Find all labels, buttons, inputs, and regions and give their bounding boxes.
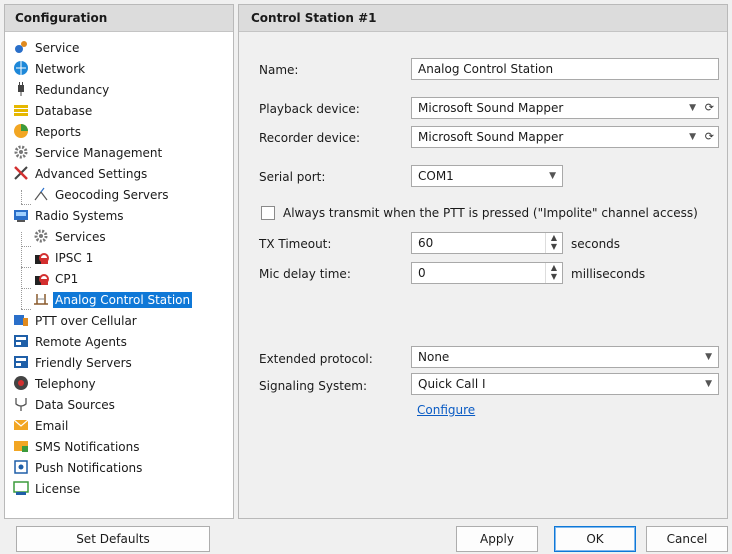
- always-transmit-label: Always transmit when the PTT is pressed …: [283, 206, 698, 220]
- plug-icon: [13, 81, 29, 97]
- tree-item-database[interactable]: Database: [13, 101, 94, 121]
- signaling-system-select[interactable]: Quick Call I ▼: [411, 373, 719, 395]
- tree-item-services[interactable]: Services: [33, 227, 108, 247]
- sms-icon: [13, 438, 29, 454]
- tree-item-ipsc-1[interactable]: IPSC 1: [33, 248, 95, 268]
- configuration-header: Configuration: [5, 5, 233, 32]
- tree-item-reports[interactable]: Reports: [13, 122, 83, 142]
- chevron-down-icon: ▼: [549, 171, 556, 181]
- gear-icon: [33, 228, 49, 244]
- playback-device-label: Playback device:: [259, 102, 360, 116]
- ok-button[interactable]: OK: [554, 526, 636, 552]
- serial-port-label: Serial port:: [259, 170, 326, 184]
- tree-item-push-notifications[interactable]: Push Notifications: [13, 458, 144, 478]
- push-icon: [13, 459, 29, 475]
- tree-item-data-sources[interactable]: Data Sources: [13, 395, 117, 415]
- apply-button[interactable]: Apply: [456, 526, 538, 552]
- name-label: Name:: [259, 63, 299, 77]
- recorder-device-select[interactable]: Microsoft Sound Mapper ▼ ⟳: [411, 126, 719, 148]
- tree-item-radio-systems[interactable]: Radio Systems: [13, 206, 126, 226]
- extended-protocol-select[interactable]: None ▼: [411, 346, 719, 368]
- signaling-system-label: Signaling System:: [259, 379, 368, 393]
- tree-guide-line: [21, 232, 22, 309]
- tree-item-cp1[interactable]: CP1: [33, 269, 80, 289]
- radio-systems-icon: [13, 207, 29, 223]
- configure-link[interactable]: Configure: [417, 403, 475, 417]
- tree-guide-line: [21, 190, 22, 204]
- mic-delay-input[interactable]: 0 ▲ ▼: [411, 262, 563, 284]
- tree-item-service[interactable]: Service: [13, 38, 81, 58]
- playback-device-select[interactable]: Microsoft Sound Mapper ▼ ⟳: [411, 97, 719, 119]
- spinner-arrows-icon[interactable]: ▲ ▼: [545, 263, 562, 283]
- geocoding-icon: [33, 186, 49, 202]
- set-defaults-button[interactable]: Set Defaults: [16, 526, 210, 552]
- telephone-icon: [13, 375, 29, 391]
- tree-item-advanced-settings[interactable]: Advanced Settings: [13, 164, 149, 184]
- tree-item-ptt-over-cellular[interactable]: PTT over Cellular: [13, 311, 139, 331]
- license-icon: [13, 480, 29, 496]
- tools-icon: [13, 165, 29, 181]
- tx-timeout-input[interactable]: 60 ▲ ▼: [411, 232, 563, 254]
- tree-item-telephony[interactable]: Telephony: [13, 374, 98, 394]
- mic-delay-unit: milliseconds: [571, 267, 646, 281]
- mic-delay-label: Mic delay time:: [259, 267, 351, 281]
- name-input[interactable]: Analog Control Station: [411, 58, 719, 80]
- chevron-down-icon: ▼: [689, 103, 696, 113]
- cancel-button[interactable]: Cancel: [646, 526, 728, 552]
- configuration-panel: Configuration Service Network Redundancy…: [4, 4, 234, 519]
- tree-guide-line: [21, 204, 31, 205]
- remote-agents-icon: [13, 333, 29, 349]
- extended-protocol-label: Extended protocol:: [259, 352, 373, 366]
- ptt-icon: [13, 312, 29, 328]
- tree-item-geocoding-servers[interactable]: Geocoding Servers: [33, 185, 171, 205]
- tree-guide-line: [21, 267, 31, 268]
- gears-icon: [13, 39, 29, 55]
- chevron-down-icon: ▼: [689, 132, 696, 142]
- radio-lock-icon: [33, 270, 49, 286]
- recorder-device-label: Recorder device:: [259, 131, 361, 145]
- email-icon: [13, 417, 29, 433]
- reports-icon: [13, 123, 29, 139]
- friendly-servers-icon: [13, 354, 29, 370]
- data-sources-icon: [13, 396, 29, 412]
- tree-item-service-management[interactable]: Service Management: [13, 143, 164, 163]
- tree-guide-line: [21, 288, 31, 289]
- tree-item-license[interactable]: License: [13, 479, 82, 499]
- globe-icon: [13, 60, 29, 76]
- serial-port-select[interactable]: COM1 ▼: [411, 165, 563, 187]
- chevron-down-icon: ▼: [705, 352, 712, 362]
- tree-guide-line: [21, 309, 31, 310]
- tree-item-network[interactable]: Network: [13, 59, 87, 79]
- tree-item-sms-notifications[interactable]: SMS Notifications: [13, 437, 142, 457]
- tree-item-email[interactable]: Email: [13, 416, 70, 436]
- tx-timeout-unit: seconds: [571, 237, 621, 251]
- radio-lock-icon: [33, 249, 49, 265]
- gear-icon: [13, 144, 29, 160]
- chevron-down-icon: ▼: [705, 379, 712, 389]
- configuration-tree: Service Network Redundancy Database Repo…: [5, 32, 233, 517]
- refresh-icon[interactable]: ⟳: [705, 127, 714, 147]
- tree-item-redundancy[interactable]: Redundancy: [13, 80, 111, 100]
- control-station-header: Control Station #1: [239, 5, 727, 32]
- always-transmit-checkbox[interactable]: [261, 206, 275, 220]
- control-station-panel: Control Station #1 Name: Analog Control …: [238, 4, 728, 519]
- tree-guide-line: [21, 246, 31, 247]
- refresh-icon[interactable]: ⟳: [705, 98, 714, 118]
- tree-item-remote-agents[interactable]: Remote Agents: [13, 332, 129, 352]
- spinner-arrows-icon[interactable]: ▲ ▼: [545, 233, 562, 253]
- tx-timeout-label: TX Timeout:: [259, 237, 332, 251]
- database-icon: [13, 102, 29, 118]
- tree-item-friendly-servers[interactable]: Friendly Servers: [13, 353, 134, 373]
- tree-item-analog-control-station[interactable]: Analog Control Station: [33, 290, 193, 310]
- antenna-icon: [33, 291, 49, 307]
